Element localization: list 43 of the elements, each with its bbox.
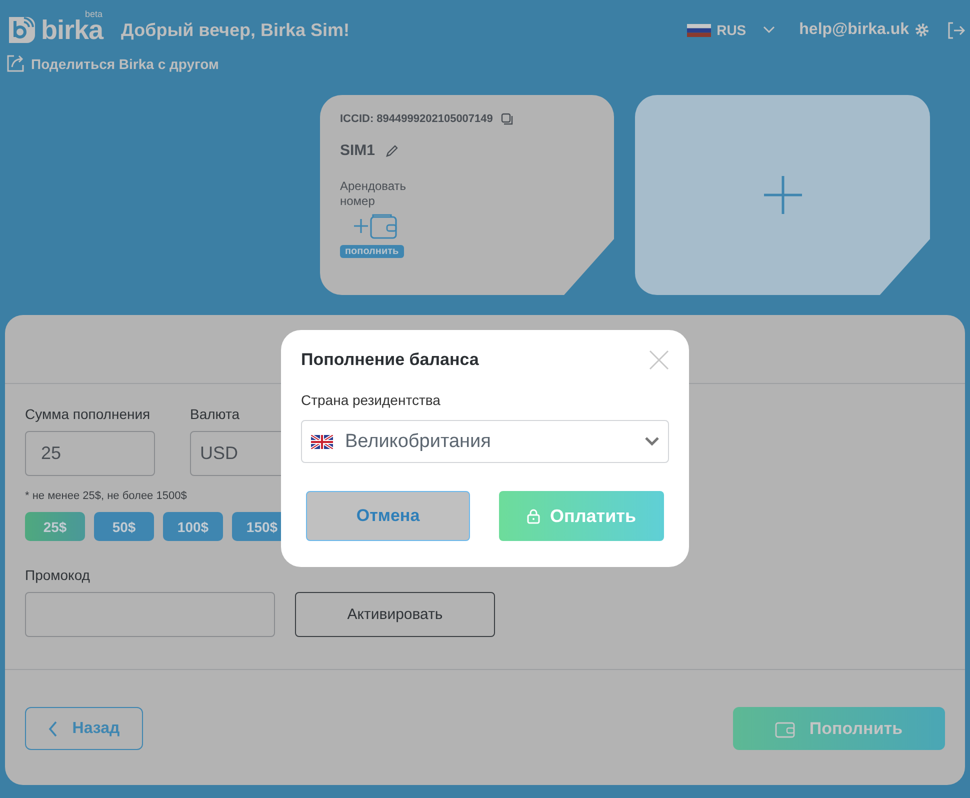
copy-icon[interactable]	[500, 113, 513, 125]
promo-label: Промокод	[25, 567, 90, 583]
settings-icon[interactable]	[915, 23, 929, 37]
chevron-down-icon	[763, 26, 776, 34]
activate-button[interactable]: Активировать	[295, 592, 495, 637]
beta-label: beta	[85, 8, 103, 18]
pencil-icon[interactable]	[385, 144, 400, 158]
add-sim-card[interactable]	[635, 95, 930, 295]
lock-icon	[526, 508, 540, 524]
close-icon[interactable]	[649, 350, 669, 370]
logout-icon[interactable]	[947, 22, 965, 38]
language-selector[interactable]: RUS	[716, 22, 776, 38]
cancel-button[interactable]: Отмена	[306, 491, 470, 541]
amount-field[interactable]: 25	[25, 431, 155, 476]
russia-flag-icon	[686, 24, 711, 36]
amount-preset[interactable]: 100$	[163, 512, 223, 541]
dialog-title: Пополнение баланса	[301, 350, 479, 370]
top-up-badge[interactable]: пополнить	[340, 245, 404, 258]
country-select[interactable]: Великобритания	[301, 420, 669, 463]
share-icon	[6, 54, 25, 73]
rent-number-label[interactable]: Арендовать номер	[340, 179, 430, 209]
wallet-icon	[775, 720, 796, 738]
top-up-button[interactable]: Пополнить	[733, 707, 945, 750]
amount-hint: * не менее 25$, не более 1500$	[25, 490, 187, 502]
iccid-text: ICCID: 8944999202105007149	[340, 113, 493, 125]
amount-preset[interactable]: 50$	[94, 512, 154, 541]
uk-flag-icon	[311, 434, 333, 448]
add-wallet-icon[interactable]	[352, 213, 398, 239]
back-button[interactable]: Назад	[25, 707, 143, 750]
promo-field[interactable]	[25, 592, 275, 637]
chevron-left-icon	[48, 720, 58, 736]
amount-preset[interactable]: 25$	[25, 512, 85, 541]
sim-name: SIM1	[340, 142, 376, 159]
share-link[interactable]: Поделиться Birka с другом	[6, 54, 219, 73]
currency-label: Валюта	[190, 406, 241, 422]
pay-button[interactable]: Оплатить	[499, 491, 664, 541]
greeting: Добрый вечер, Birka Sim!	[121, 20, 350, 40]
chevron-down-icon	[645, 437, 659, 446]
sim-card[interactable]: ICCID: 8944999202105007149 SIM1 Арендовать номер пополнить	[320, 95, 614, 295]
country-label: Страна резидентства	[301, 392, 442, 408]
plus-icon	[764, 176, 802, 214]
account-email[interactable]: help@birka.uk	[799, 21, 909, 39]
amount-label: Сумма пополнения	[25, 406, 152, 422]
